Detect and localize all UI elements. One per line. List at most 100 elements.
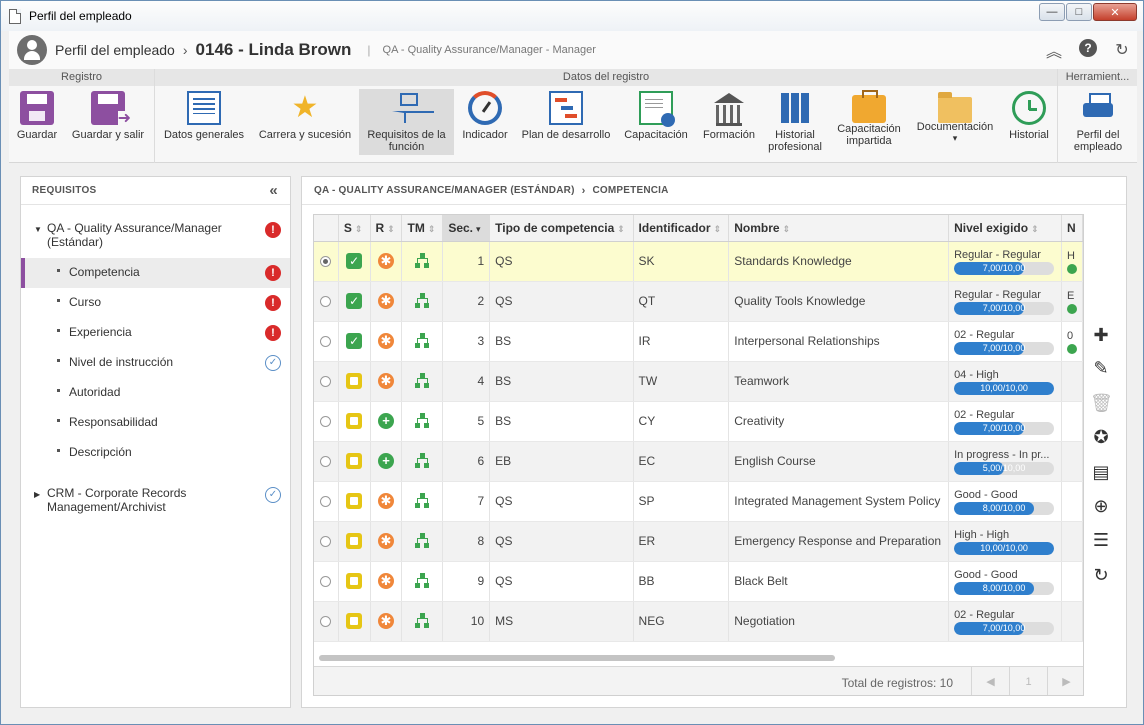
add-icon[interactable]: ✚	[1090, 324, 1112, 346]
tree-item-descripcion[interactable]: Descripción	[21, 438, 290, 468]
tm-cell	[401, 361, 444, 402]
tree-item-nivel-instruccion[interactable]: Nivel de instrucción ✓	[21, 348, 290, 378]
table-row[interactable]: ✓ ✱ 2 QS QT Quality Tools Knowledge Regular - …	[314, 281, 1083, 322]
career-succession-button[interactable]: ★ Carrera y sucesión	[254, 89, 356, 155]
save-button[interactable]: Guardar	[11, 89, 63, 155]
row-radio[interactable]	[320, 495, 332, 507]
tm-cell	[401, 441, 444, 482]
indicator-button[interactable]: Indicador	[459, 89, 511, 155]
next-page-button[interactable]: ▶	[1047, 667, 1083, 695]
refresh-icon[interactable]: ↻	[1090, 564, 1112, 586]
table-row[interactable]: ✱ 4 BS TW Teamwork 04 - High 10,00/10,00	[314, 361, 1083, 402]
collapse-panel-icon[interactable]: «	[269, 182, 278, 199]
table-body: ✓ ✱ 1 QS SK Standards Knowledge Regular - Regu…	[314, 241, 1083, 642]
col-next-header[interactable]: N	[1061, 215, 1083, 242]
table-row[interactable]: ✱ 8 QS ER Emergency Response and Preparation…	[314, 521, 1083, 562]
reload-icon[interactable]: ↻	[1111, 39, 1133, 61]
row-radio[interactable]	[320, 255, 332, 267]
caret-right-icon[interactable]: ▶	[34, 490, 40, 499]
row-select-cell[interactable]	[314, 361, 339, 402]
close-button[interactable]: ✕	[1093, 3, 1137, 21]
table-row[interactable]: +6 EB EC English Course In progress - In pr.…	[314, 441, 1083, 482]
save-and-exit-button[interactable]: Guardar y salir	[67, 89, 149, 155]
history-button[interactable]: Historial	[1003, 89, 1055, 155]
level-progress-label: 8,00/10,00	[982, 503, 1026, 513]
row-radio[interactable]	[320, 455, 332, 467]
row-radio[interactable]	[320, 375, 332, 387]
documentation-button[interactable]: Documentación ▾	[912, 89, 998, 155]
row-select-cell[interactable]	[314, 481, 339, 522]
col-name-header[interactable]: Nombre ⇕	[728, 215, 950, 242]
caret-down-icon[interactable]: ▼	[34, 225, 42, 234]
requirements-panel: REQUISITOS « ▼ QA - Quality Assurance/Ma…	[20, 176, 291, 708]
prev-page-button[interactable]: ◀	[971, 667, 1009, 695]
row-select-cell[interactable]	[314, 521, 339, 562]
col-type-header[interactable]: Tipo de competencia ⇕	[489, 215, 634, 242]
row-radio[interactable]	[320, 615, 332, 627]
col-level-header[interactable]: Nivel exigido ⇕	[948, 215, 1062, 242]
tree-item-curso[interactable]: Curso !	[21, 288, 290, 318]
row-select-cell[interactable]	[314, 441, 339, 482]
id-cell: SK	[633, 241, 730, 282]
row-select-cell[interactable]	[314, 321, 339, 362]
training-button[interactable]: Capacitación	[621, 89, 691, 155]
module-title[interactable]: Perfil del empleado	[55, 42, 175, 58]
row-radio[interactable]	[320, 335, 332, 347]
professional-history-button[interactable]: Historial profesional	[763, 89, 827, 155]
table-row[interactable]: ✱ 10 MS NEG Negotiation 02 - Regular 7,00/10,0…	[314, 601, 1083, 642]
edit-icon[interactable]: ✎	[1090, 357, 1112, 379]
col-tm-header[interactable]: TM ⇕	[401, 215, 444, 242]
sec-cell: 10	[442, 601, 491, 642]
type-cell: BS	[489, 401, 634, 442]
level-text: Good - Good	[954, 569, 1018, 581]
horizontal-scrollbar[interactable]	[319, 655, 835, 661]
row-select-cell[interactable]	[314, 281, 339, 322]
minimize-button[interactable]: —	[1039, 3, 1065, 21]
maximize-button[interactable]: □	[1066, 3, 1092, 21]
development-plan-button[interactable]: Plan de desarrollo	[517, 89, 615, 155]
col-s-header[interactable]: S ⇕	[338, 215, 371, 242]
collapse-header-icon[interactable]: ︽	[1043, 39, 1065, 61]
table-row[interactable]: ✓ ✱ 3 BS IR Interpersonal Relationships 02 - R…	[314, 321, 1083, 362]
id-cell: CY	[633, 401, 730, 442]
table-row[interactable]: ✱ 7 QS SP Integrated Management System Polic…	[314, 481, 1083, 522]
tree-node-qa[interactable]: ▼ QA - Quality Assurance/Manager (Estánd…	[21, 221, 290, 251]
education-button[interactable]: Formación	[697, 89, 761, 155]
training-given-button[interactable]: Capacitación impartida	[831, 89, 907, 155]
table-row[interactable]: ✓ ✱ 1 QS SK Standards Knowledge Regular - Regu…	[314, 241, 1083, 282]
sort-desc-icon: ▾	[476, 223, 481, 234]
help-icon[interactable]: ?	[1079, 39, 1097, 57]
employee-profile-report-button[interactable]: Perfil del empleado	[1063, 89, 1133, 155]
certificate-icon[interactable]: ▤	[1090, 461, 1112, 483]
job-requirements-button[interactable]: Requisitos de la función	[359, 89, 454, 155]
tree-item-competencia[interactable]: Competencia !	[21, 258, 290, 288]
row-select-cell[interactable]	[314, 401, 339, 442]
type-cell: EB	[489, 441, 634, 482]
breadcrumb-parent[interactable]: QA - QUALITY ASSURANCE/MANAGER (ESTÁNDAR…	[314, 185, 575, 196]
tree-item-experiencia[interactable]: Experiencia !	[21, 318, 290, 348]
col-id-header[interactable]: Identificador ⇕	[633, 215, 730, 242]
next-progress-bar	[1066, 264, 1077, 274]
list-icon[interactable]: ☰	[1090, 529, 1112, 551]
table-row[interactable]: ✱ 9 QS BB Black Belt Good - Good 8,00/10,00	[314, 561, 1083, 602]
row-radio[interactable]	[320, 535, 332, 547]
s-status-cell	[338, 441, 371, 482]
col-sec-header[interactable]: Sec. ▾	[442, 215, 491, 242]
id-cell: QT	[633, 281, 730, 322]
row-select-cell[interactable]	[314, 561, 339, 602]
job-requirements-label: Requisitos de la función	[367, 129, 446, 153]
row-radio[interactable]	[320, 415, 332, 427]
page-number[interactable]: 1	[1009, 667, 1047, 695]
row-select-cell[interactable]	[314, 241, 339, 282]
table-row[interactable]: +5 BS CY Creativity 02 - Regular 7,00/10,00	[314, 401, 1083, 442]
general-data-button[interactable]: Datos generales	[159, 89, 249, 155]
tree-node-crm[interactable]: ▶ CRM - Corporate Records Management/Arc…	[21, 486, 290, 516]
award-icon[interactable]: ✪	[1090, 426, 1112, 448]
target-icon[interactable]: ⊕	[1090, 495, 1112, 517]
row-select-cell[interactable]	[314, 601, 339, 642]
tree-item-responsabilidad[interactable]: Responsabilidad	[21, 408, 290, 438]
tree-item-autoridad[interactable]: Autoridad	[21, 378, 290, 408]
row-radio[interactable]	[320, 295, 332, 307]
col-r-header[interactable]: R ⇕	[370, 215, 403, 242]
row-radio[interactable]	[320, 575, 332, 587]
